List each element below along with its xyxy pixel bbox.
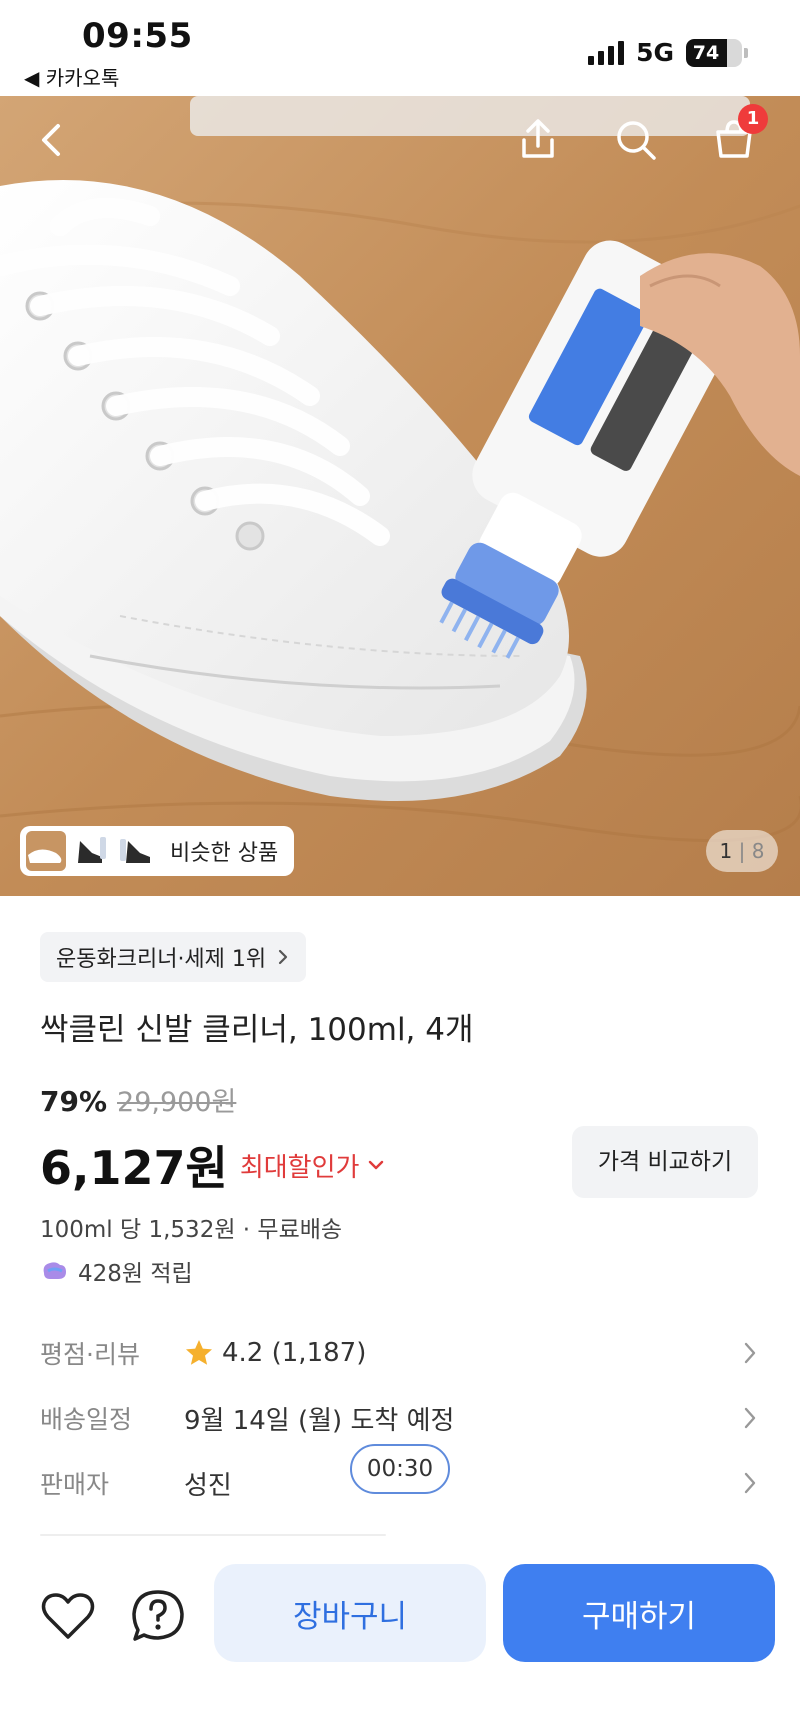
seller-name: 성진 <box>184 1470 232 1501</box>
similar-product-thumbnail <box>72 831 112 871</box>
delivery-schedule-row[interactable]: 배송일정 9월 14일 (월) 도착 예정 <box>40 1393 760 1443</box>
page-total: 8 <box>751 839 765 863</box>
product-image-carousel[interactable]: 1 비슷한 상품 1 | 8 <box>0 96 800 896</box>
reward-points-text: 428원 적립 <box>78 1261 193 1287</box>
max-discount-label: 최대할인가 <box>239 1152 360 1183</box>
timer-badge[interactable]: 00:30 <box>350 1444 450 1494</box>
buy-now-button[interactable]: 구매하기 <box>503 1564 775 1662</box>
price-compare-button[interactable]: 가격 비교하기 <box>572 1126 758 1198</box>
category-rank-chip[interactable]: 운동화크리너·세제 1위 <box>40 932 307 982</box>
cart-button[interactable]: 1 <box>706 104 768 168</box>
search-icon <box>617 121 656 160</box>
rating-review-row[interactable]: 평점·리뷰 4.2 (1,187) <box>40 1328 760 1378</box>
star-icon <box>186 1340 212 1365</box>
search-button[interactable] <box>608 112 664 168</box>
reward-points: 428원 적립 <box>40 1254 193 1288</box>
chevron-right-icon <box>744 1472 756 1494</box>
info-label: 배송일정 <box>40 1405 133 1434</box>
rating-value-group: 4.2 (1,187) <box>184 1338 366 1368</box>
section-divider <box>40 1534 386 1536</box>
battery-percent: 74 <box>692 41 720 64</box>
similar-products-button[interactable]: 비슷한 상품 <box>20 826 295 876</box>
bottom-action-bar: 장바구니 구매하기 <box>0 1540 800 1731</box>
image-page-indicator: 1 | 8 <box>706 830 778 872</box>
status-indicators: 5G 74 <box>588 38 748 67</box>
status-bar: 09:55 ◀ 카카오톡 5G 74 <box>0 0 800 96</box>
share-button[interactable] <box>510 112 566 168</box>
discount-row: 79% 29,900원 <box>40 1080 236 1119</box>
page-current: 1 <box>719 839 733 863</box>
original-price: 29,900원 <box>117 1087 237 1118</box>
add-to-cart-button[interactable]: 장바구니 <box>214 1564 486 1662</box>
chevron-right-icon <box>744 1342 756 1364</box>
help-button[interactable] <box>128 1586 188 1646</box>
points-icon <box>43 1262 66 1279</box>
similar-products-label: 비슷한 상품 <box>170 841 279 866</box>
question-bubble-icon <box>132 1590 184 1641</box>
rating-value: 4.2 (1,187) <box>222 1338 367 1368</box>
status-time: 09:55 <box>82 16 193 56</box>
back-button[interactable] <box>24 112 80 168</box>
product-photo <box>0 96 800 896</box>
wishlist-button[interactable] <box>38 1586 98 1646</box>
unit-price-shipping: 100ml 당 1,532원 · 무료배송 <box>40 1217 343 1243</box>
similar-product-thumbnail <box>26 831 66 871</box>
discount-rate: 79% <box>40 1085 108 1118</box>
signal-icon <box>588 40 625 65</box>
share-icon <box>522 119 554 158</box>
battery-cap <box>744 47 748 58</box>
info-label: 평점·리뷰 <box>40 1340 140 1369</box>
heart-icon <box>41 1593 95 1639</box>
chevron-down-icon <box>369 1160 384 1170</box>
network-type: 5G <box>636 38 674 67</box>
back-chevron-icon <box>42 124 60 156</box>
info-label: 판매자 <box>40 1470 110 1499</box>
chevron-right-icon <box>744 1407 756 1429</box>
similar-product-thumbnail <box>118 831 158 871</box>
sale-price: 6,127원 <box>40 1141 228 1195</box>
chevron-right-icon <box>279 949 288 965</box>
back-to-app-link[interactable]: ◀ 카카오톡 <box>24 62 119 91</box>
battery-icon: 74 <box>686 38 742 67</box>
product-title: 싹클린 신발 클리너, 100ml, 4개 <box>40 1012 474 1048</box>
max-discount-dropdown[interactable]: 최대할인가 <box>240 1147 386 1184</box>
price-row: 6,127원 최대할인가 <box>40 1132 385 1198</box>
category-rank-label: 운동화크리너·세제 1위 <box>56 947 267 972</box>
delivery-date: 9월 14일 (월) 도착 예정 <box>184 1405 455 1436</box>
cart-count-badge: 1 <box>738 104 768 134</box>
